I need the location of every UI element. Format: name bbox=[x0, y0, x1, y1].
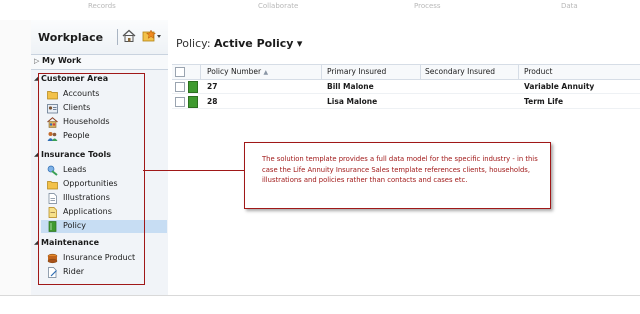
workplace-title[interactable]: Workplace bbox=[38, 31, 103, 44]
nav-header-divider bbox=[117, 29, 118, 45]
column-divider bbox=[200, 65, 201, 79]
annotation-connector bbox=[143, 170, 244, 171]
column-divider bbox=[420, 65, 421, 79]
table-row[interactable]: 27 Bill Malone Variable Annuity bbox=[172, 80, 640, 94]
column-header-policy-number[interactable]: Policy Number ▲ bbox=[207, 67, 268, 76]
ribbon-group-records[interactable]: Records bbox=[88, 2, 116, 10]
column-divider bbox=[321, 65, 322, 79]
column-header-product[interactable]: Product bbox=[524, 67, 552, 76]
select-all-checkbox[interactable] bbox=[175, 67, 185, 77]
grid-header: Policy Number ▲ Primary Insured Secondar… bbox=[172, 64, 640, 80]
annotation-callout: The solution template provides a full da… bbox=[244, 142, 551, 209]
chevron-down-icon: ▾ bbox=[296, 37, 303, 50]
nav-header: Workplace bbox=[31, 20, 168, 55]
ribbon-strip: Records Collaborate Process Data bbox=[0, 0, 640, 21]
ribbon-group-data[interactable]: Data bbox=[561, 2, 578, 10]
app-window: Records Collaborate Process Data Workpla… bbox=[0, 0, 640, 314]
column-header-primary-insured[interactable]: Primary Insured bbox=[327, 67, 386, 76]
cell-primary-insured[interactable]: Bill Malone bbox=[327, 82, 374, 91]
sort-ascending-icon: ▲ bbox=[263, 69, 269, 76]
column-divider bbox=[518, 65, 519, 79]
cell-product[interactable]: Term Life bbox=[524, 97, 563, 106]
column-header-secondary-insured[interactable]: Secondary Insured bbox=[425, 67, 495, 76]
policy-record-icon bbox=[188, 96, 198, 108]
cell-primary-insured[interactable]: Lisa Malone bbox=[327, 97, 377, 106]
ribbon-group-collaborate[interactable]: Collaborate bbox=[258, 2, 298, 10]
view-prefix: Policy: bbox=[176, 37, 211, 50]
my-work-label: My Work bbox=[42, 56, 82, 65]
view-name: Active Policy bbox=[214, 37, 294, 50]
nav-highlight-box bbox=[38, 73, 145, 285]
cell-product[interactable]: Variable Annuity bbox=[524, 82, 594, 91]
bottom-strip bbox=[0, 295, 640, 314]
left-margin bbox=[0, 20, 31, 295]
view-selector[interactable]: Policy: Active Policy ▾ bbox=[176, 37, 302, 50]
policy-record-icon bbox=[188, 81, 198, 93]
row-checkbox[interactable] bbox=[175, 82, 185, 92]
annotation-text: The solution template provides a full da… bbox=[262, 155, 538, 184]
cell-policy-number[interactable]: 28 bbox=[207, 97, 217, 106]
column-label: Policy Number bbox=[207, 67, 262, 76]
favorites-icon[interactable] bbox=[142, 29, 162, 43]
my-work-section[interactable]: ▷ My Work bbox=[31, 55, 168, 70]
home-icon[interactable] bbox=[122, 29, 136, 43]
table-row[interactable]: 28 Lisa Malone Term Life bbox=[172, 95, 640, 109]
row-checkbox[interactable] bbox=[175, 97, 185, 107]
ribbon-group-process[interactable]: Process bbox=[414, 2, 441, 10]
cell-policy-number[interactable]: 27 bbox=[207, 82, 217, 91]
expand-icon: ▷ bbox=[34, 57, 40, 65]
